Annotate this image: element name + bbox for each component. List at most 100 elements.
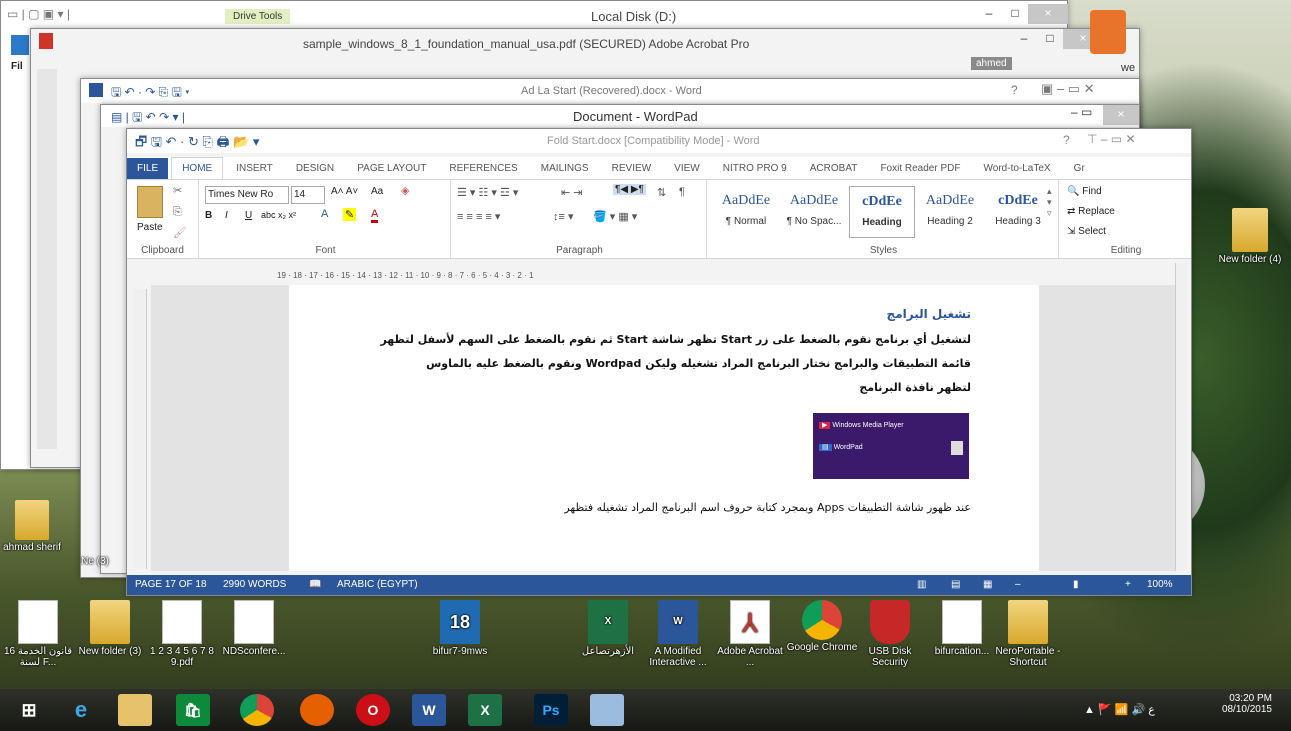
ribbon-tabs[interactable]: FILE HOME INSERT DESIGN PAGE LAYOUT REFE…	[127, 157, 1191, 179]
tab-home[interactable]: HOME	[171, 157, 224, 179]
chrome-icon[interactable]	[240, 694, 274, 726]
bold-icon[interactable]: B	[205, 210, 212, 221]
maximize-icon[interactable]: □	[1037, 29, 1063, 49]
word-window[interactable]: 🗗 🖫 ↶ · ↻ ⎘ 🖨 📂 ▾ Fold Start.docx [Compa…	[126, 128, 1192, 596]
styles-scroll-icon[interactable]: ▴ ▾ ▿	[1047, 186, 1052, 219]
acrobat-side-panel[interactable]	[37, 69, 57, 449]
desktop-icon-3[interactable]: 1 2 3 4 5 6 7 8 9.pdf	[144, 600, 220, 668]
cut-icon[interactable]: ✂	[173, 184, 182, 197]
desktop-icon-11[interactable]: bifurcation...	[924, 600, 1000, 657]
paste-icon[interactable]	[137, 186, 163, 218]
window-controls[interactable]: ▣ – ▭ ✕	[1041, 81, 1095, 97]
print-layout-icon[interactable]: ▤	[951, 575, 960, 595]
wordpad-controls[interactable]: – ▭	[1071, 105, 1092, 119]
desktop-icon-2[interactable]: New folder (3)	[72, 600, 148, 657]
clock[interactable]: 03:20 PM 08/10/2015	[1212, 693, 1272, 715]
strikethrough-icon[interactable]: abc x₂ x²	[261, 210, 296, 220]
style-heading-3[interactable]: cDdEe Heading 3	[985, 186, 1051, 238]
show-marks-icon[interactable]: ¶	[679, 186, 685, 198]
change-case-button[interactable]: Aa	[371, 186, 383, 197]
quick-access-icon[interactable]: ▭ | ▢ ▣ ▾ |	[7, 7, 70, 21]
replace-button[interactable]: ⇄ Replace	[1067, 206, 1115, 217]
tab-review[interactable]: REVIEW	[602, 158, 661, 179]
tab-page-layout[interactable]: PAGE LAYOUT	[347, 158, 436, 179]
explorer-titlebar[interactable]: ▭ | ▢ ▣ ▾ | Drive Tools Local Disk (D:)	[1, 1, 1067, 31]
help-icon[interactable]: ?	[1063, 133, 1070, 147]
desktop-icon-8[interactable]: ⅄ Adobe Acrobat ...	[712, 600, 788, 668]
style-heading[interactable]: cDdEe Heading	[849, 186, 915, 238]
text-effects-icon[interactable]: A	[321, 208, 328, 220]
quick-access-toolbar[interactable]: 🖫 ↶ · ↷ ⎘ 🖫 ▾	[111, 83, 190, 104]
explorer-file-tab[interactable]: Fil	[11, 61, 23, 72]
zoom-slider[interactable]: ▮	[1073, 575, 1079, 595]
internet-explorer-icon[interactable]: e	[64, 694, 98, 726]
copy-icon[interactable]: ⎘	[173, 206, 182, 219]
desktop-icon-7[interactable]: W A Modified Interactive ...	[640, 600, 716, 668]
tab-nitro[interactable]: NITRO PRO 9	[713, 158, 797, 179]
word-icon[interactable]: W	[412, 694, 446, 726]
store-icon[interactable]: 🛍	[176, 694, 210, 726]
opera-icon[interactable]: O	[356, 694, 390, 726]
read-mode-icon[interactable]: ▥	[917, 575, 926, 595]
maximize-icon[interactable]: □	[1002, 4, 1028, 24]
tab-view[interactable]: VIEW	[664, 158, 710, 179]
clear-formatting-icon[interactable]: ◈	[401, 184, 409, 197]
tab-insert[interactable]: INSERT	[226, 158, 283, 179]
desktop-icon-5[interactable]: 18 bifur7-9mws	[422, 600, 498, 657]
rtl-icon[interactable]: ¶◀ ▶¶	[613, 184, 646, 195]
vertical-scrollbar[interactable]	[1175, 263, 1187, 571]
font-name-select[interactable]: Times New Ro	[205, 186, 289, 204]
tab-references[interactable]: REFERENCES	[439, 158, 527, 179]
align-icon[interactable]: ≡ ≡ ≡ ≡ ▾	[457, 210, 500, 223]
word-quick-access[interactable]: 🗗 🖫 ↶ · ↻ ⎘ 🖨 📂 ▾	[135, 133, 259, 155]
tab-file[interactable]: FILE	[127, 158, 169, 179]
acrobat-user[interactable]: ahmed	[971, 57, 1012, 70]
page-count[interactable]: PAGE 17 OF 18	[135, 575, 207, 595]
web-layout-icon[interactable]: ▦	[983, 575, 992, 595]
desktop-icon-partial[interactable]: Ne (3)	[70, 556, 120, 567]
tab-word-to-latex[interactable]: Word-to-LaTeX	[974, 158, 1061, 179]
document-page[interactable]: تشغيل البرامج لتشغيل أي برنامج نقوم بالض…	[289, 285, 1039, 571]
excel-icon[interactable]: X	[468, 694, 502, 726]
zoom-out-button[interactable]: –	[1015, 575, 1021, 595]
word-count[interactable]: 2990 WORDS	[223, 575, 286, 595]
wordpad-titlebar[interactable]: ▤ | 🖫 ↶ ↷ ▾ | Document - WordPad – ▭ ×	[101, 105, 1139, 127]
paste-button[interactable]: Paste	[137, 222, 163, 233]
tab-acrobat[interactable]: ACROBAT	[800, 158, 868, 179]
tab-grammarly[interactable]: Gr	[1064, 158, 1095, 179]
desktop-icon-9[interactable]: Google Chrome	[784, 600, 860, 653]
desktop-icon-10[interactable]: USB Disk Security	[852, 600, 928, 668]
help-icon[interactable]: ?	[1011, 83, 1018, 97]
word-titlebar[interactable]: 🗗 🖫 ↶ · ↻ ⎘ 🖨 📂 ▾ Fold Start.docx [Compa…	[127, 129, 1191, 153]
select-button[interactable]: ⇲ Select	[1067, 226, 1106, 237]
highlight-icon[interactable]: ✎	[343, 208, 357, 221]
firefox-icon[interactable]	[300, 694, 334, 726]
drive-tools-tab[interactable]: Drive Tools	[225, 9, 291, 24]
file-explorer-icon[interactable]	[118, 694, 152, 726]
horizontal-ruler[interactable]: 19 · 18 · 17 · 16 · 15 · 14 · 13 · 12 · …	[277, 271, 1037, 283]
font-size-select[interactable]: 14	[291, 186, 325, 204]
line-spacing-icon[interactable]: ↕≡ ▾	[553, 210, 574, 223]
desktop-icon-1[interactable]: قانون الخدمة 16 لسنة F...	[0, 600, 76, 668]
doc-screenshot-image[interactable]: ▶ Windows Media Player ▤ WordPad	[813, 413, 969, 479]
minimize-icon[interactable]: –	[976, 4, 1002, 24]
word-window-controls[interactable]: ⊤ – ▭ ✕	[1087, 132, 1136, 146]
desktop-icon-4[interactable]: NDSconfere...	[216, 600, 292, 657]
word-back-titlebar[interactable]: 🖫 ↶ · ↷ ⎘ 🖫 ▾ Ad La Start (Recovered).do…	[81, 79, 1139, 103]
tab-design[interactable]: DESIGN	[286, 158, 344, 179]
tray-app-icon[interactable]	[1090, 10, 1126, 54]
find-button[interactable]: 🔍 Find	[1067, 186, 1102, 197]
windows-start-icon[interactable]: ⊞	[12, 694, 46, 726]
desktop-icon-12[interactable]: NeroPortable - Shortcut	[990, 600, 1066, 668]
font-color-icon[interactable]: A	[371, 208, 379, 223]
zoom-level[interactable]: 100%	[1147, 575, 1173, 595]
desktop-icon-6[interactable]: X الأزهرتصاعل	[570, 600, 646, 657]
style-normal[interactable]: AaDdEe ¶ Normal	[713, 186, 779, 238]
style-heading-2[interactable]: AaDdEe Heading 2	[917, 186, 983, 238]
zoom-in-button[interactable]: +	[1125, 575, 1131, 595]
desktop-icon-user[interactable]: ahmad sherif	[0, 500, 68, 553]
photoshop-icon[interactable]: Ps	[534, 694, 568, 726]
style-no-spacing[interactable]: AaDdEe ¶ No Spac...	[781, 186, 847, 238]
acrobat-titlebar[interactable]: sample_windows_8_1_foundation_manual_usa…	[31, 29, 1139, 57]
shading-icon[interactable]: 🪣 ▾ ▦ ▾	[593, 210, 637, 223]
